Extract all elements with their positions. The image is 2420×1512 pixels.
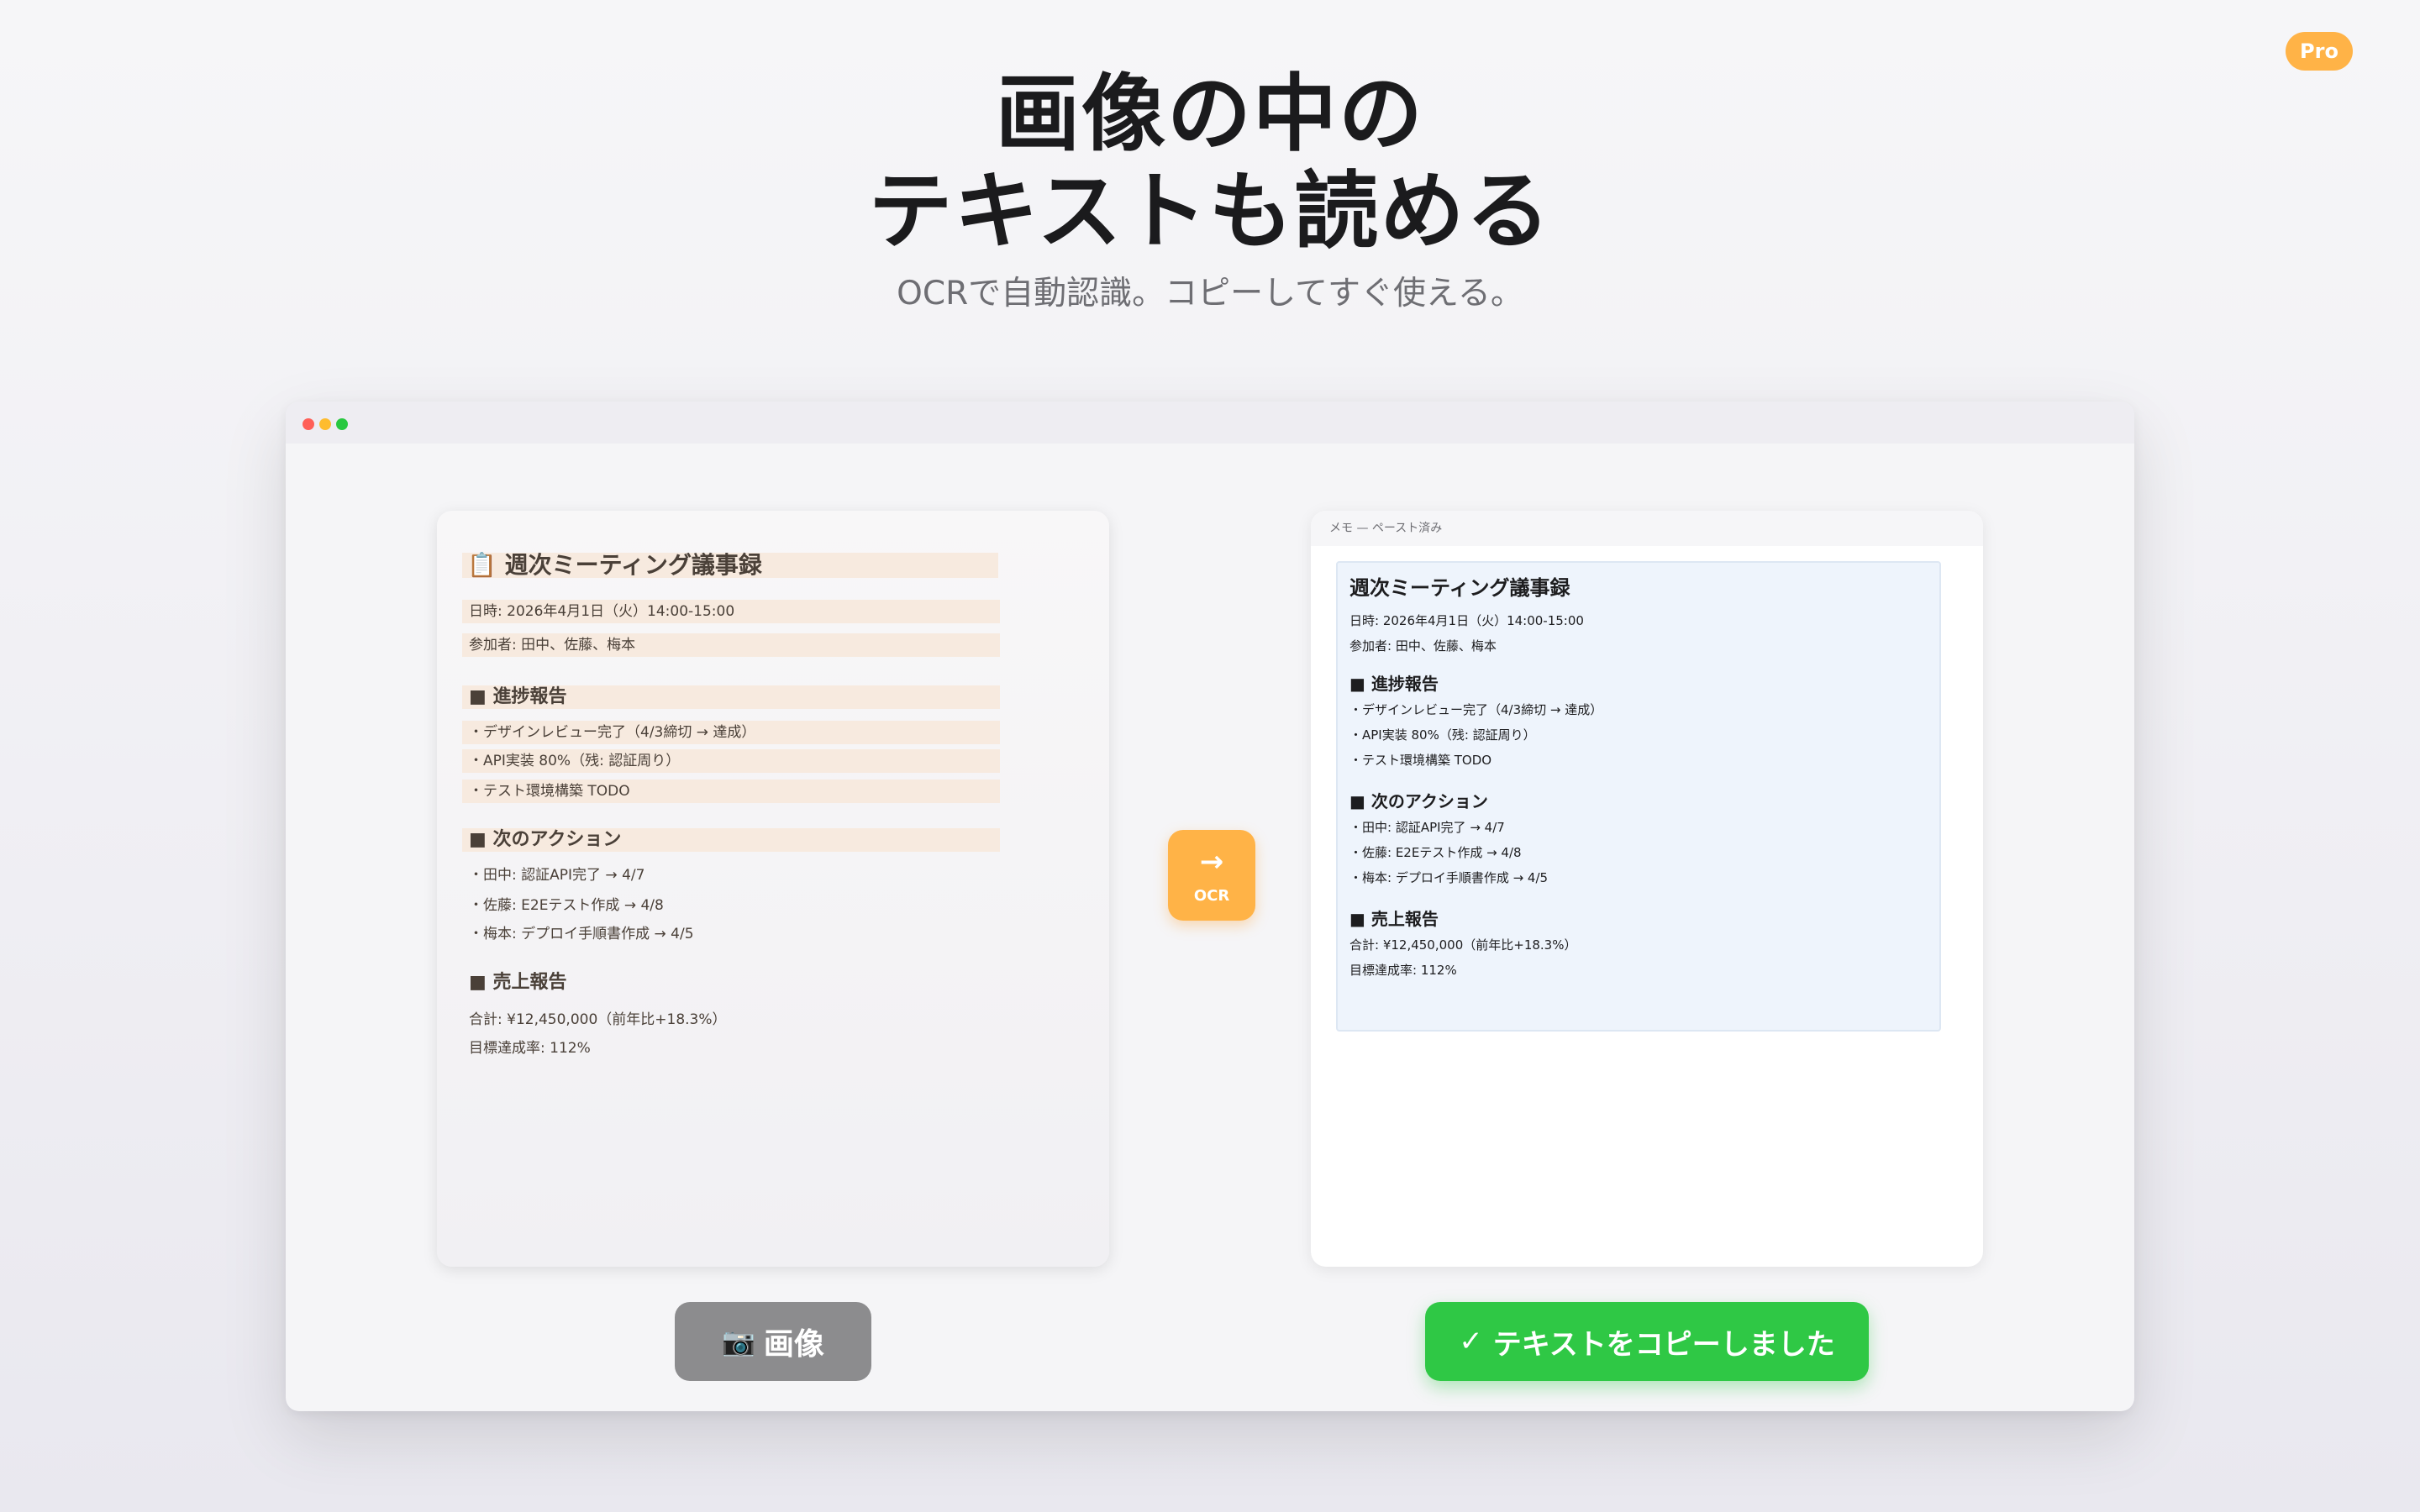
- image-doc-actions-heading: ■ 次のアクション: [462, 828, 1000, 852]
- hero-subtitle: OCRで自動認識。コピーしてすぐ使える。: [897, 275, 1523, 312]
- minimize-window-button[interactable]: [319, 418, 331, 430]
- memo-action-item: ・田中: 認証API完了 → 4/7: [1349, 820, 1505, 835]
- image-doc-progress-item: ・デザインレビュー完了（4/3締切 → 達成）: [462, 721, 1000, 744]
- image-doc-progress-item: ・API実装 80%（残: 認証周り）: [462, 749, 1000, 773]
- memo-sales-item: 合計: ¥12,450,000（前年比+18.3%）: [1349, 937, 1577, 953]
- image-doc-action-item: ・田中: 認証API完了 → 4/7: [469, 867, 645, 884]
- source-image-card: 📋 週次ミーティング議事録 日時: 2026年4月1日（火）14:00-15:0…: [437, 511, 1109, 1267]
- image-doc-title: 📋 週次ミーティング議事録: [462, 553, 998, 578]
- image-button-label: 画像: [763, 1327, 824, 1362]
- memo-date: 日時: 2026年4月1日（火）14:00-15:00: [1349, 613, 1584, 628]
- memo-sales-heading: ■ 売上報告: [1349, 909, 1439, 929]
- image-doc-attendees: 参加者: 田中、佐藤、梅本: [462, 633, 1000, 657]
- hero-title: 画像の中の テキストも読める: [0, 66, 2420, 260]
- memo-card: メモ — ペースト済み 週次ミーティング議事録 日時: 2026年4月1日（火）…: [1311, 511, 1983, 1267]
- image-button[interactable]: 📷 画像: [675, 1302, 871, 1381]
- memo-action-item: ・梅本: デプロイ手順書作成 → 4/5: [1349, 870, 1549, 885]
- image-doc-sales-item: 目標達成率: 112%: [469, 1040, 591, 1057]
- image-doc-action-item: ・梅本: デプロイ手順書作成 → 4/5: [469, 926, 694, 942]
- memo-action-item: ・佐藤: E2Eテスト作成 → 4/8: [1349, 845, 1522, 860]
- copy-text-button-label: テキストをコピーしました: [1492, 1327, 1835, 1362]
- close-window-button[interactable]: [302, 418, 314, 430]
- memo-progress-item: ・デザインレビュー完了（4/3締切 → 達成）: [1349, 702, 1603, 717]
- memo-header: メモ — ペースト済み: [1311, 511, 1983, 546]
- image-doc-action-item: ・佐藤: E2Eテスト作成 → 4/8: [469, 897, 664, 914]
- memo-text-area[interactable]: 週次ミーティング議事録 日時: 2026年4月1日（火）14:00-15:00 …: [1336, 561, 1941, 1032]
- memo-attendees: 参加者: 田中、佐藤、梅本: [1349, 638, 1497, 654]
- memo-title: 週次ミーティング議事録: [1349, 576, 1570, 600]
- image-doc-sales-heading: ■ 売上報告: [469, 972, 567, 993]
- memo-progress-item: ・テスト環境構築 TODO: [1349, 753, 1492, 768]
- zoom-window-button[interactable]: [336, 418, 348, 430]
- image-doc-sales-item: 合計: ¥12,450,000（前年比+18.3%）: [469, 1011, 727, 1028]
- image-doc-progress-item: ・テスト環境構築 TODO: [462, 780, 1000, 803]
- ocr-button-label: OCR: [1193, 887, 1230, 905]
- ocr-button[interactable]: → OCR: [1168, 830, 1255, 921]
- image-doc-date: 日時: 2026年4月1日（火）14:00-15:00: [462, 600, 1000, 623]
- memo-actions-heading: ■ 次のアクション: [1349, 791, 1488, 811]
- hero-title-line-1: 画像の中の: [996, 65, 1424, 163]
- hero-title-line-2: テキストも読める: [868, 162, 1552, 260]
- copy-text-button[interactable]: ✓ テキストをコピーしました: [1425, 1302, 1869, 1381]
- memo-progress-heading: ■ 進捗報告: [1349, 674, 1439, 694]
- app-window: 📋 週次ミーティング議事録 日時: 2026年4月1日（火）14:00-15:0…: [286, 402, 2134, 1411]
- window-titlebar: [286, 402, 2134, 444]
- checkmark-icon: ✓: [1459, 1325, 1483, 1358]
- memo-progress-item: ・API実装 80%（残: 認証周り）: [1349, 727, 1536, 743]
- arrow-right-icon: →: [1199, 845, 1224, 879]
- memo-sales-item: 目標達成率: 112%: [1349, 963, 1457, 978]
- image-doc-progress-heading: ■ 進捗報告: [462, 685, 1000, 709]
- camera-icon: 📷: [722, 1326, 755, 1357]
